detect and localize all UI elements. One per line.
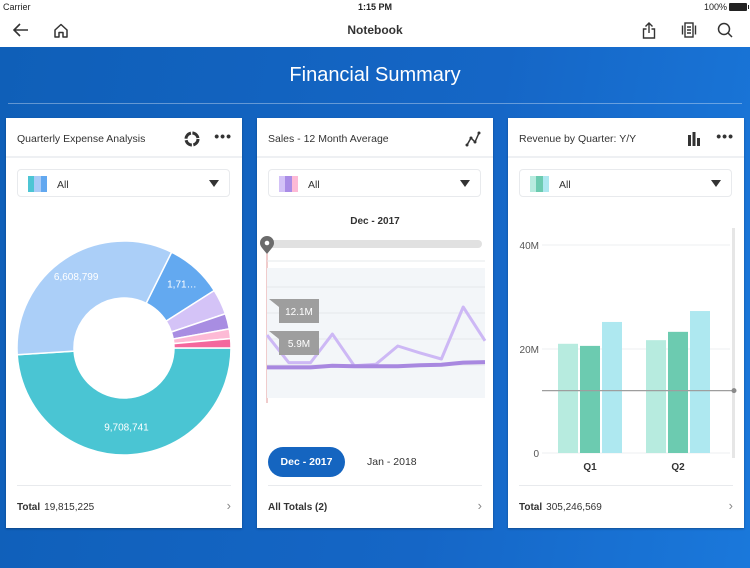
- navigation-bar: Notebook: [0, 14, 750, 47]
- total-value: 305,246,569: [546, 502, 602, 513]
- y-tick-label: 0: [533, 449, 539, 460]
- chevron-down-icon: [711, 180, 721, 187]
- bar-chart-icon[interactable]: [685, 130, 703, 148]
- card-title: Revenue by Quarter: Y/Y: [519, 133, 637, 145]
- chevron-down-icon: [460, 180, 470, 187]
- period-button[interactable]: Jan - 2018: [367, 456, 417, 468]
- card-footer-total[interactable]: Total 305,246,569 ›: [519, 485, 733, 528]
- chevron-right-icon: ›: [477, 498, 482, 513]
- notebook-pages-icon[interactable]: [679, 20, 699, 40]
- card-header: Revenue by Quarter: Y/Y •••: [508, 118, 744, 158]
- bar-chart: 0 20M 40M Q1 Q2: [520, 228, 737, 473]
- bar: [558, 343, 578, 453]
- battery-status: 100%: [703, 2, 749, 12]
- card-revenue-by-quarter: Revenue by Quarter: Y/Y ••• All 0 20M 40M Q…: [508, 118, 744, 528]
- series-swatch: [279, 176, 298, 192]
- card-title: Sales - 12 Month Average: [268, 133, 389, 145]
- scroll-edge: [732, 228, 735, 458]
- share-icon[interactable]: [639, 20, 659, 40]
- line-chart: 12.1M 5.9M: [260, 236, 487, 403]
- bar: [690, 311, 710, 453]
- card-header: Sales - 12 Month Average: [257, 118, 493, 158]
- card-footer-totals[interactable]: All Totals (2) ›: [268, 485, 482, 528]
- filter-value: All: [308, 179, 320, 191]
- card-quarterly-expense: Quarterly Expense Analysis ••• All 9,708…: [6, 118, 242, 528]
- period-button-selected[interactable]: Dec - 2017: [268, 447, 345, 477]
- card-title: Quarterly Expense Analysis: [17, 133, 146, 145]
- clock: 1:15 PM: [357, 2, 392, 12]
- series-swatch: [530, 176, 549, 192]
- totals-label: All Totals (2): [268, 502, 328, 513]
- x-tick-label: Q1: [583, 462, 597, 473]
- app-title: Notebook: [347, 23, 403, 37]
- card-footer-total[interactable]: Total 19,815,225 ›: [17, 485, 231, 528]
- slider-date-label: Dec - 2017: [350, 216, 400, 227]
- donut-slice-label: 1,71…: [167, 280, 196, 291]
- more-options-button[interactable]: •••: [214, 128, 232, 144]
- chevron-right-icon: ›: [728, 498, 733, 513]
- more-options-button[interactable]: •••: [716, 128, 734, 144]
- donut-slice-label: 6,608,799: [54, 272, 99, 283]
- line-chart-icon[interactable]: [464, 130, 482, 148]
- filter-dropdown[interactable]: All: [17, 169, 230, 197]
- filter-value: All: [57, 179, 69, 191]
- donut-chart-icon[interactable]: [183, 130, 201, 148]
- reference-line-handle: [731, 388, 737, 394]
- filter-dropdown[interactable]: All: [519, 169, 732, 197]
- donut-slice: [16, 347, 232, 456]
- total-label: Total: [519, 502, 543, 513]
- filter-value: All: [559, 179, 571, 191]
- card-sales-12-month: Sales - 12 Month Average All Dec - 2017 …: [257, 118, 493, 528]
- card-header: Quarterly Expense Analysis •••: [6, 118, 242, 158]
- y-tick-label: 20M: [520, 345, 539, 356]
- x-tick-label: Q2: [671, 462, 685, 473]
- chevron-right-icon: ›: [226, 498, 231, 513]
- total-value: 19,815,225: [44, 502, 95, 513]
- filter-dropdown[interactable]: All: [268, 169, 481, 197]
- value-callout-label: 5.9M: [288, 339, 310, 350]
- page-title: Financial Summary: [289, 64, 461, 86]
- value-callout-label: 12.1M: [285, 307, 313, 318]
- series-swatch: [28, 176, 47, 192]
- slider-handle-dot: [264, 240, 270, 246]
- title-divider: [8, 103, 742, 104]
- bar: [602, 321, 622, 453]
- battery-icon: [729, 3, 749, 11]
- bar: [646, 340, 666, 453]
- donut-chart: 9,708,741 6,608,799 1,71…: [16, 240, 232, 456]
- y-tick-label: 40M: [520, 241, 539, 252]
- bar: [668, 331, 688, 453]
- status-bar: Carrier 1:15 PM 100%: [0, 0, 750, 14]
- battery-percent: 100%: [703, 2, 727, 12]
- chevron-down-icon: [209, 180, 219, 187]
- bar: [580, 345, 600, 453]
- search-icon[interactable]: [715, 20, 735, 40]
- total-label: Total: [17, 502, 41, 513]
- donut-slice-label: 9,708,741: [104, 422, 149, 433]
- date-slider-track: [267, 240, 482, 248]
